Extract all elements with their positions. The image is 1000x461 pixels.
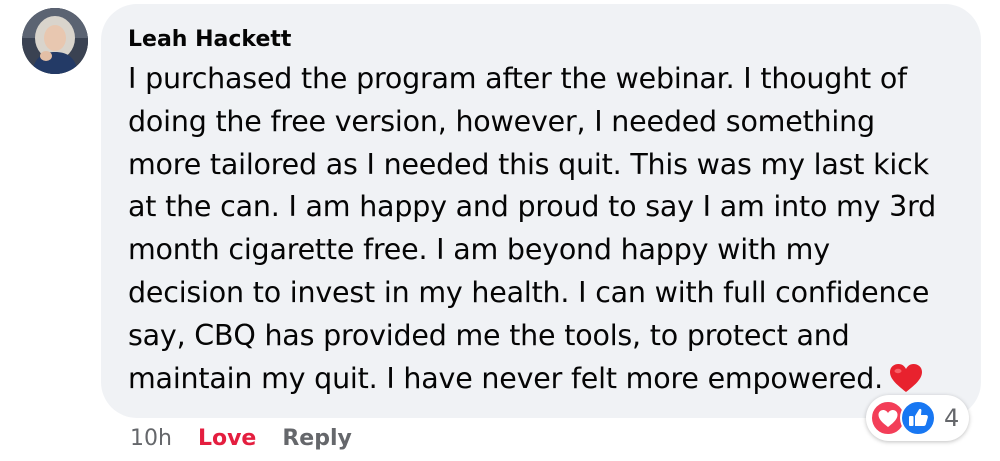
comment-author-name[interactable]: Leah Hackett: [128, 24, 959, 56]
comment-bubble: Leah Hackett I purchased the program aft…: [101, 4, 981, 418]
like-reaction-icon: [900, 400, 936, 436]
love-button[interactable]: Love: [198, 426, 256, 451]
profile-photo-icon: [22, 8, 88, 74]
reaction-count: 4: [944, 404, 960, 432]
comment-body: I purchased the program after the webina…: [128, 58, 959, 405]
comment-timestamp[interactable]: 10h: [130, 426, 172, 451]
avatar[interactable]: [22, 8, 88, 74]
reply-button[interactable]: Reply: [282, 426, 352, 451]
comment-text: I purchased the program after the webina…: [128, 62, 936, 395]
comment-actions: 10h Love Reply: [130, 426, 352, 451]
comment-thread: Leah Hackett I purchased the program aft…: [0, 0, 1000, 461]
reactions-summary[interactable]: 4: [866, 395, 970, 441]
